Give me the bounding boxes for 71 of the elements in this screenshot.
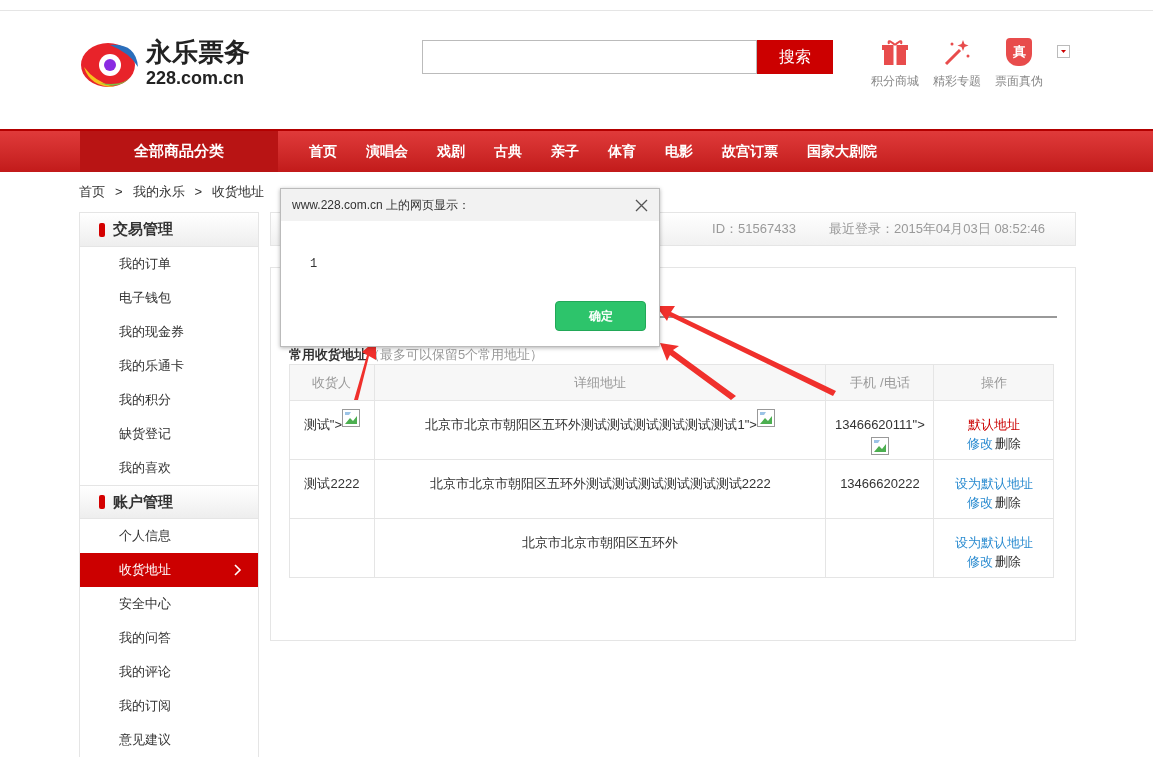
nav-link[interactable]: 古典 — [494, 141, 522, 162]
address-text: 北京市北京市朝阳区五环外测试测试测试测试测试测试1"> — [425, 416, 757, 434]
category-menu[interactable]: 全部商品分类 — [80, 131, 278, 172]
magic-wand-icon — [943, 38, 971, 66]
nav-link[interactable]: 体育 — [608, 141, 636, 162]
set-default-link[interactable]: 设为默认地址 — [954, 474, 1033, 493]
sidebar-item[interactable]: 我的喜欢 — [80, 451, 258, 485]
nav-link[interactable]: 戏剧 — [437, 141, 465, 162]
shield-icon: 真 — [1006, 38, 1032, 66]
header-link[interactable]: 真 票面真伪 — [995, 38, 1043, 90]
sidebar-item[interactable]: 我的现金券 — [80, 315, 258, 349]
user-id-text: ID：51567433 — [712, 220, 796, 239]
sidebar-item[interactable]: 安全中心 — [80, 587, 258, 621]
column-header: 收货人 — [312, 374, 352, 390]
sidebar-item[interactable]: 意见建议 — [80, 723, 258, 757]
section-title: 账户管理 — [113, 491, 173, 512]
breadcrumb-link[interactable]: 收货地址 — [212, 182, 265, 202]
recipient-name: 测试2222 — [304, 475, 360, 493]
phone-number: 13466620111"> — [835, 416, 925, 434]
phone-number: 13466620222 — [840, 475, 920, 493]
default-address-label: 默认地址 — [967, 416, 1020, 434]
sidebar-item[interactable]: 我的订阅 — [80, 689, 258, 723]
sidebar-item[interactable]: 我的积分 — [80, 383, 258, 417]
header-link[interactable]: 积分商城 — [871, 38, 919, 90]
nav-link[interactable]: 故宫订票 — [722, 141, 778, 162]
nav-link[interactable]: 亲子 — [551, 141, 579, 162]
logo-text: 永乐票务 — [146, 39, 250, 65]
column-header: 手机 /电话 — [850, 374, 910, 390]
nav-link[interactable]: 国家大剧院 — [807, 141, 877, 162]
sidebar-item[interactable]: 电子钱包 — [80, 281, 258, 315]
nav-link[interactable]: 首页 — [309, 141, 337, 162]
sidebar-item[interactable]: 我的问答 — [80, 621, 258, 655]
delete-link[interactable]: 删除 — [994, 434, 1021, 453]
edit-link[interactable]: 修改 — [966, 552, 993, 571]
breadcrumb-separator: > — [194, 183, 203, 202]
nav-link[interactable]: 演唱会 — [366, 141, 408, 162]
sidebar-item[interactable]: 我的评论 — [80, 655, 258, 689]
chevron-right-icon — [234, 564, 242, 576]
search-button[interactable]: 搜索 — [757, 40, 833, 74]
section-marker-icon — [99, 495, 105, 509]
breadcrumb-link[interactable]: 我的永乐 — [132, 182, 185, 202]
sidebar-item[interactable]: 个人信息 — [80, 519, 258, 553]
delete-link[interactable]: 删除 — [994, 493, 1021, 512]
section-marker-icon — [99, 222, 105, 237]
sidebar-item[interactable]: 缺货登记 — [80, 417, 258, 451]
nav-link[interactable]: 电影 — [665, 141, 693, 162]
set-default-link[interactable]: 设为默认地址 — [954, 533, 1033, 552]
dialog-message: 1 — [310, 257, 318, 271]
header-link[interactable]: 精彩专题 — [933, 38, 981, 90]
sidebar-item[interactable]: 我的订单 — [80, 247, 258, 281]
address-text: 北京市北京市朝阳区五环外测试测试测试测试测试测试2222 — [429, 475, 771, 493]
column-header: 操作 — [980, 374, 1007, 390]
section-title: 常用收货地址 — [289, 345, 367, 364]
close-icon[interactable] — [635, 198, 648, 212]
column-header: 详细地址 — [574, 374, 627, 390]
dropdown-icon[interactable] — [1057, 45, 1070, 58]
logo-domain: 228.com.cn — [146, 69, 246, 87]
dialog-title: www.228.com.cn 上的网页显示： — [292, 197, 471, 214]
sidebar-item[interactable]: 我的乐通卡 — [80, 349, 258, 383]
breadcrumb-link[interactable]: 首页 — [79, 182, 105, 202]
edit-link[interactable]: 修改 — [966, 434, 993, 453]
edit-link[interactable]: 修改 — [966, 493, 993, 512]
gift-icon — [881, 38, 909, 66]
last-login-text: 最近登录：2015年04月03日 08:52:46 — [828, 220, 1045, 239]
sidebar-item[interactable]: 收货地址 — [80, 553, 258, 587]
address-text: 北京市北京市朝阳区五环外 — [522, 534, 679, 552]
delete-link[interactable]: 删除 — [994, 552, 1021, 571]
search-field[interactable] — [422, 40, 757, 74]
recipient-name: 测试"> — [303, 416, 343, 434]
section-title: 交易管理 — [113, 219, 173, 240]
breadcrumb-separator: > — [115, 183, 123, 202]
